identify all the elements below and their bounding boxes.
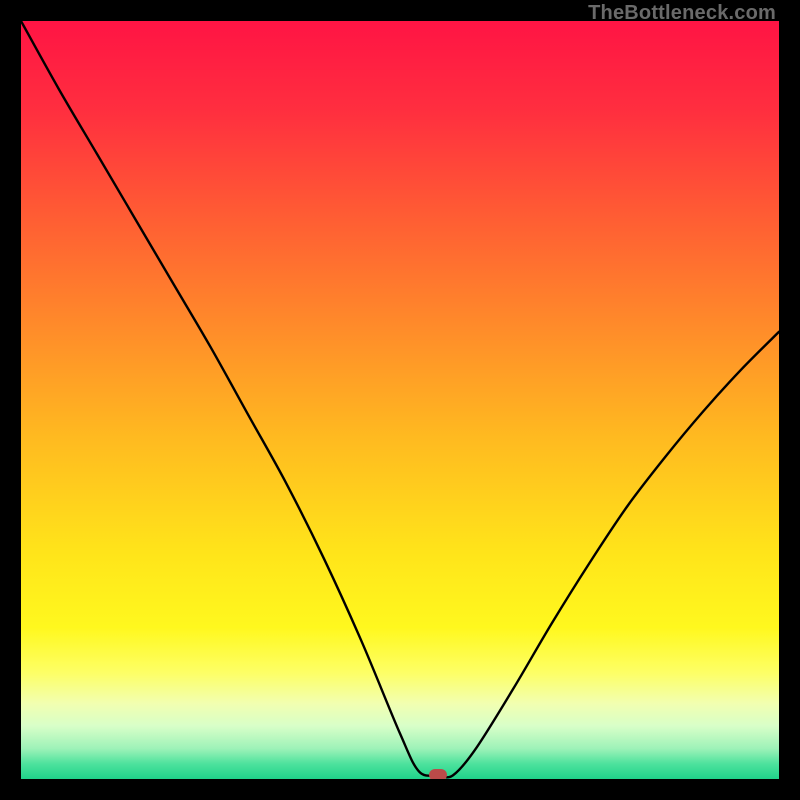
curve-layer bbox=[21, 21, 779, 779]
chart-frame: TheBottleneck.com bbox=[0, 0, 800, 800]
minimum-marker bbox=[429, 769, 447, 779]
watermark-text: TheBottleneck.com bbox=[588, 2, 776, 25]
plot-area bbox=[21, 21, 779, 779]
bottleneck-curve bbox=[21, 21, 779, 777]
